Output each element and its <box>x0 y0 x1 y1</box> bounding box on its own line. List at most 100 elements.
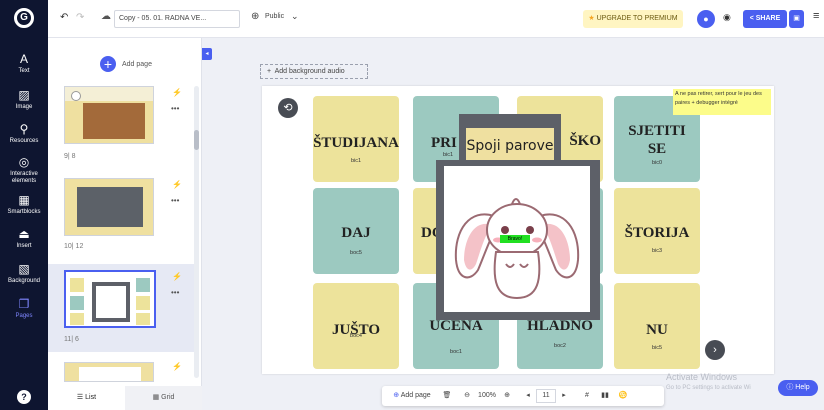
add-background-audio-button[interactable]: + Add background audio <box>260 64 368 79</box>
add-page-toolbar-button[interactable]: ⊕ Add page <box>386 386 438 406</box>
genially-logo-icon[interactable]: G <box>14 8 34 28</box>
nav-item-interactive[interactable]: ◎ Interactive elements <box>0 155 48 185</box>
page-link-icon[interactable]: ⚡ <box>172 362 182 371</box>
effects-icon[interactable]: ♋ <box>616 386 630 406</box>
page-number-label: 11| 6 <box>64 336 79 343</box>
star-icon: ★ <box>588 15 595 22</box>
next-button[interactable]: › <box>705 340 725 360</box>
add-page-button[interactable]: + <box>100 56 116 72</box>
word-card[interactable]: ŠTUDIJANA bic1 <box>313 96 399 182</box>
prev-page-icon[interactable]: ◂ <box>522 386 534 406</box>
share-button[interactable]: < SHARE <box>743 10 787 28</box>
nav-label: Image <box>15 104 33 110</box>
page-thumbnail-selected[interactable] <box>64 270 156 328</box>
visibility-dropdown[interactable]: Public <box>265 13 284 20</box>
bunny-illustration <box>454 198 580 300</box>
page-options-icon[interactable]: ••• <box>171 104 179 113</box>
grid-view-toggle[interactable]: ▦ Grid <box>125 386 202 410</box>
thumbnail-card <box>70 313 84 325</box>
zoom-out-icon[interactable]: ⊖ <box>460 386 474 406</box>
thumbnail-popup <box>92 282 130 322</box>
page-link-icon[interactable]: ⚡ <box>172 88 182 97</box>
undo-icon[interactable]: ↶ <box>60 12 68 23</box>
plus-icon: + <box>267 68 272 75</box>
pages-icon: ❐ <box>18 297 30 311</box>
list-view-toggle[interactable]: ☰ List <box>48 386 125 410</box>
bottom-toolbar: ⊕ Add page 🗑 ⊖ 100% ⊕ ◂ 11 ▸ # ▮▮ ♋ <box>382 386 664 406</box>
page-thumbnail[interactable] <box>64 362 154 382</box>
trash-icon[interactable]: 🗑 <box>440 386 454 406</box>
card-word: ŠTORIJA <box>624 225 690 241</box>
document-title-input[interactable]: Copy - 05. 01. RADNA VE... <box>114 10 240 28</box>
upgrade-button[interactable]: ★ UPGRADE TO PREMIUM <box>583 10 683 28</box>
page-link-icon[interactable]: ⚡ <box>172 180 182 189</box>
page-options-icon[interactable]: ••• <box>171 196 179 205</box>
interactive-icon: ◎ <box>18 155 30 169</box>
activate-windows-subtitle: Go to PC settings to activate Wi <box>666 385 751 391</box>
nav-item-background[interactable]: ▧ Background <box>0 262 48 285</box>
zoom-level[interactable]: 100% <box>474 386 500 406</box>
help-button[interactable]: ⓘ Help <box>778 380 818 396</box>
chevron-down-icon[interactable]: ⌄ <box>291 11 299 22</box>
nav-item-insert[interactable]: ⏏ Insert <box>0 227 48 250</box>
card-word: ŠTUDIJANA <box>313 135 399 151</box>
card-code: boc4 <box>350 333 362 339</box>
popup-title: Spoji parove <box>466 128 554 164</box>
card-word: SJETITI SE <box>628 123 686 157</box>
card-code: boc5 <box>350 250 362 256</box>
page-link-icon[interactable]: ⚡ <box>172 272 182 281</box>
nav-label: Pages <box>15 313 33 319</box>
redo-icon[interactable]: ↷ <box>76 12 84 23</box>
page-options-icon[interactable]: ••• <box>171 288 179 297</box>
card-code: bic1 <box>350 158 362 164</box>
panel-scrollbar-thumb[interactable] <box>194 130 199 150</box>
back-button[interactable]: ⟲ <box>278 98 298 118</box>
nav-item-smartblocks[interactable]: ▦ Smartblocks <box>0 193 48 216</box>
preview-icon[interactable]: ◉ <box>723 12 731 23</box>
nav-item-pages[interactable]: ❐ Pages <box>0 297 48 320</box>
publish-button[interactable]: ▣ <box>789 10 804 28</box>
avatar[interactable]: ● <box>697 10 715 28</box>
nav-label: Background <box>7 278 41 284</box>
nav-label: Insert <box>16 243 32 249</box>
help-icon[interactable]: ? <box>17 390 31 404</box>
page-number-input[interactable]: 11 <box>536 389 556 403</box>
word-card[interactable]: NU bic5 <box>614 283 700 369</box>
card-code: bic0 <box>651 160 663 166</box>
page-thumbnail[interactable] <box>64 86 154 144</box>
zoom-in-icon[interactable]: ⊕ <box>500 386 514 406</box>
nav-label: Interactive elements <box>10 171 38 184</box>
nav-item-text[interactable]: A Text <box>0 52 48 75</box>
thumbnail-card <box>136 313 150 325</box>
text-icon: A <box>19 52 28 66</box>
nav-label: Resources <box>9 138 39 144</box>
next-page-icon[interactable]: ▸ <box>558 386 570 406</box>
list-icon: ☰ <box>76 394 84 401</box>
thumbnail-card <box>136 296 150 310</box>
card-word: DAJ <box>341 225 371 241</box>
nav-label: Smartblocks <box>7 209 41 215</box>
page-thumbnail[interactable] <box>64 178 154 236</box>
nav-item-resources[interactable]: ⚲ Resources <box>0 122 48 145</box>
grid-icon: ▦ <box>152 394 160 401</box>
activate-windows-title: Activate Windows <box>666 372 738 382</box>
menu-icon[interactable]: ≡ <box>813 10 819 22</box>
smartblocks-icon: ▦ <box>18 193 30 207</box>
word-card[interactable]: ŠTORIJA bic3 <box>614 188 700 274</box>
bunny-right-eye <box>526 226 534 234</box>
card-code: bic5 <box>651 345 663 351</box>
page-number-label: 10| 12 <box>64 243 84 250</box>
globe-icon: ⊕ <box>251 11 260 22</box>
card-code: boc2 <box>554 343 566 349</box>
thumbnail-card <box>70 296 84 310</box>
word-card[interactable]: JUŠTO boc4 <box>313 283 399 369</box>
word-card[interactable]: DAJ boc5 <box>313 188 399 274</box>
add-page-label[interactable]: Add page <box>122 61 152 68</box>
insert-icon: ⏏ <box>18 227 30 241</box>
cloud-icon: ☁ <box>101 11 111 22</box>
nav-item-image[interactable]: ▨ Image <box>0 88 48 111</box>
bunny-body <box>493 251 541 300</box>
hashtag-icon[interactable]: # <box>580 386 594 406</box>
panel-collapse-tab[interactable]: ◂ <box>202 48 212 60</box>
layout-icon[interactable]: ▮▮ <box>598 386 612 406</box>
